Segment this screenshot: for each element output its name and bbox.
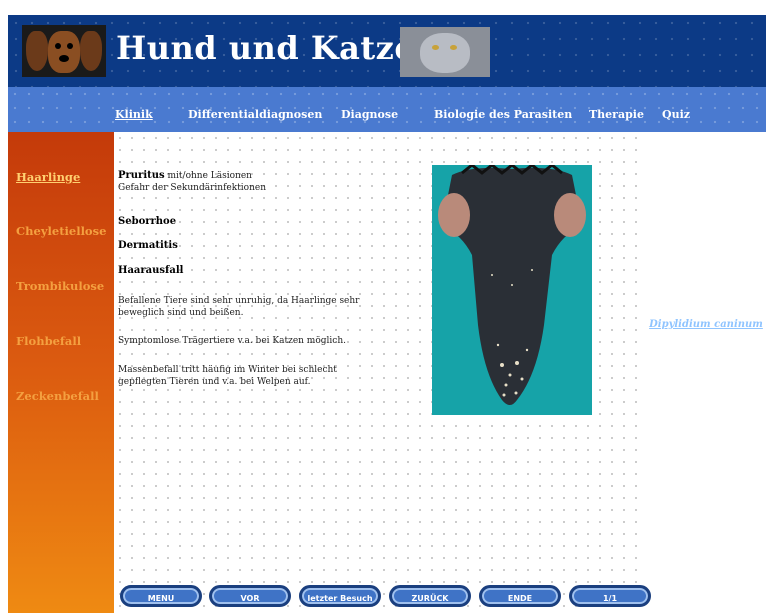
massen-line1: Massenbefall tritt häufig im Winter bei …: [118, 365, 337, 375]
nav-quiz[interactable]: Quiz: [662, 108, 690, 121]
symptomlose-text: Symptomlose Trägertiere v.a. bei Katzen …: [118, 336, 346, 346]
menu-button[interactable]: MENU: [120, 585, 202, 607]
sekundar-text: Gefahr der Sekundärinfektionen: [118, 183, 267, 193]
pred-line3: und Rücken: [672, 193, 740, 204]
pred-line1: Prädilektionsstellen:: [647, 169, 765, 180]
page-title: Hund und Katze: [116, 29, 416, 67]
pred-line2: v.a. an Kopf, Hals: [657, 181, 755, 192]
dog-photo: [22, 25, 106, 77]
sidebar: Haarlinge Cheyletiellose Trombikulose Fl…: [8, 132, 114, 613]
zurueck-button[interactable]: ZURÜCK: [389, 585, 471, 607]
dipylidium-link[interactable]: Dipylidium caninum: [646, 319, 766, 331]
ende-button[interactable]: ENDE: [479, 585, 561, 607]
zwischenwirt-label: ZWISCHENWIRT: [657, 295, 755, 306]
cat-photo: [400, 27, 490, 77]
page-counter-button[interactable]: 1/1: [569, 585, 651, 607]
vor-button[interactable]: VOR: [209, 585, 291, 607]
sidebar-item-zeckenbefall[interactable]: Zeckenbefall: [16, 389, 99, 403]
befallene-line2: beweglich sind und beißen.: [118, 308, 244, 318]
nav-diagnose[interactable]: Diagnose: [341, 108, 398, 121]
seborrhoe-text: Seborrhoe: [118, 216, 177, 227]
letzter-besuch-button[interactable]: letzter Besuch: [299, 585, 381, 607]
dermatitis-text: Dermatitis: [118, 240, 178, 251]
animal-photo: [432, 165, 592, 415]
nav-differentialdiagnosen[interactable]: Differentialdiagnosen: [188, 108, 322, 121]
massen-line2: gepflegten Tieren und v.a. bei Welpen au…: [118, 377, 311, 387]
sidebar-item-flohbefall[interactable]: Flohbefall: [16, 334, 81, 348]
nav-biologie[interactable]: Biologie des Parasiten: [434, 108, 572, 121]
haarausfall-text: Haarausfall: [118, 265, 184, 276]
pruritus-text: Pruritus mit/ohne Läsionen: [118, 170, 252, 181]
fuer-label: für: [697, 307, 715, 318]
sidebar-item-cheyletiellose[interactable]: Cheyletiellose: [16, 224, 106, 238]
nav-therapie[interactable]: Therapie: [589, 108, 644, 121]
header: Hund und Katze: [8, 15, 766, 87]
befallene-line1: Befallene Tiere sind sehr unruhig, da Ha…: [118, 296, 360, 306]
sidebar-item-trombikulose[interactable]: Trombikulose: [16, 279, 104, 293]
sidebar-item-haarlinge[interactable]: Haarlinge: [16, 170, 80, 184]
page: Hund und Katze Klinik Differentialdiagno…: [0, 0, 766, 613]
top-nav: Klinik Differentialdiagnosen Diagnose Bi…: [8, 87, 766, 132]
nav-klinik[interactable]: Klinik: [115, 108, 153, 121]
